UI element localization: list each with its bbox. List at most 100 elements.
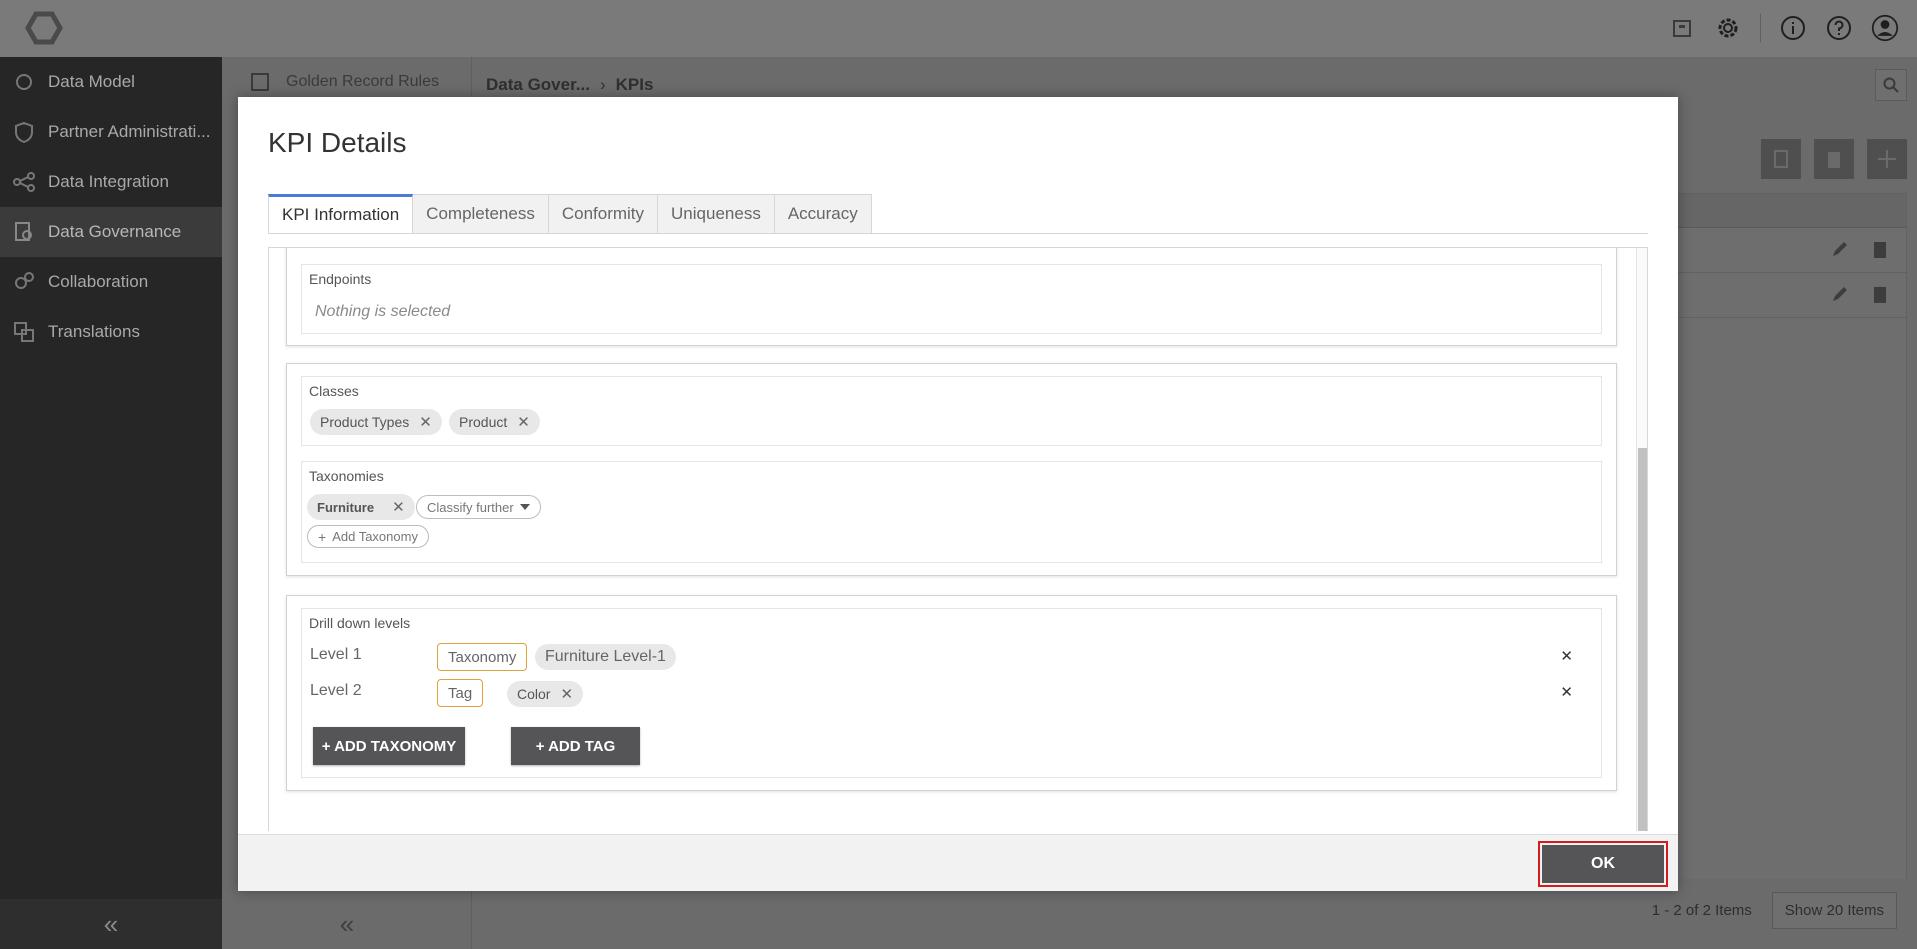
translations-icon bbox=[12, 320, 36, 344]
tabs-divider bbox=[268, 233, 1648, 234]
class-chip: Product ✕ bbox=[449, 409, 540, 435]
level-2-value-chip: Color ✕ bbox=[507, 681, 584, 707]
level-1-type-label: Taxonomy bbox=[448, 648, 517, 666]
drill-down-label: Drill down levels bbox=[309, 615, 411, 631]
level-2-type-tag: Tag bbox=[437, 679, 484, 707]
subnav-collapse-button[interactable]: « bbox=[222, 899, 472, 949]
breadcrumb: Data Gover... › KPIs bbox=[486, 75, 653, 95]
sidebar-item-partner-administration[interactable]: Partner Administrati... bbox=[0, 107, 222, 157]
tab-uniqueness[interactable]: Uniqueness bbox=[658, 194, 775, 234]
class-chip-label: Product Types bbox=[320, 414, 410, 430]
ok-button[interactable]: OK bbox=[1542, 845, 1664, 883]
plus-icon: + bbox=[318, 528, 327, 545]
double-chevron-left-icon: « bbox=[103, 908, 119, 939]
remove-level-1-icon[interactable]: ✕ bbox=[1560, 647, 1573, 665]
chevron-down-icon bbox=[519, 504, 530, 510]
user-avatar-icon[interactable] bbox=[1871, 14, 1899, 42]
classes-field[interactable]: Classes Product Types ✕ Product ✕ bbox=[301, 376, 1602, 446]
sidebar-item-label: Translations bbox=[48, 322, 140, 341]
subnav-item-label: Golden Record Rules bbox=[286, 73, 439, 90]
classify-further-dropdown[interactable]: Classify further bbox=[416, 495, 541, 519]
add-taxonomy-label: Add Taxonomy bbox=[332, 529, 418, 544]
ok-highlight-frame: OK bbox=[1538, 841, 1668, 887]
tab-accuracy[interactable]: Accuracy bbox=[774, 194, 872, 234]
refresh-button[interactable] bbox=[1761, 139, 1801, 179]
settings-gear-icon[interactable] bbox=[1714, 14, 1742, 42]
sidebar-item-label: Partner Administrati... bbox=[48, 122, 211, 141]
level-2-type-label: Tag bbox=[448, 684, 473, 702]
endpoints-label: Endpoints bbox=[309, 271, 372, 287]
add-taxonomy-chip-button[interactable]: + Add Taxonomy bbox=[307, 525, 429, 548]
help-icon[interactable] bbox=[1825, 14, 1853, 42]
sidebar-item-data-integration[interactable]: Data Integration bbox=[0, 157, 222, 207]
endpoints-field[interactable]: Endpoints Nothing is selected bbox=[301, 264, 1602, 334]
classes-taxonomies-section: Classes Product Types ✕ Product ✕ Taxono… bbox=[286, 363, 1617, 576]
level-1-type-tag: Taxonomy bbox=[437, 643, 528, 671]
level-1-label: Level 1 bbox=[310, 646, 362, 663]
kpi-details-dialog: KPI Details KPI Information Completeness… bbox=[238, 97, 1678, 891]
trash-icon[interactable] bbox=[1872, 239, 1888, 259]
tab-kpi-information[interactable]: KPI Information bbox=[268, 194, 414, 234]
add-taxonomy-button[interactable]: + ADD TAXONOMY bbox=[313, 727, 465, 765]
double-chevron-left-icon: « bbox=[339, 908, 355, 939]
sidebar-item-data-model[interactable]: Data Model bbox=[0, 57, 222, 107]
remove-level-2-icon[interactable]: ✕ bbox=[1560, 683, 1573, 701]
search-button[interactable] bbox=[1875, 69, 1907, 101]
level-1-value: Furniture Level-1 bbox=[545, 648, 666, 665]
classify-further-label: Classify further bbox=[427, 499, 514, 515]
data-model-icon bbox=[12, 70, 36, 94]
level-2-label: Level 2 bbox=[310, 682, 362, 699]
main-sidebar: Data Model Partner Administrati... Data … bbox=[0, 57, 222, 949]
classes-label: Classes bbox=[309, 383, 359, 399]
governance-icon bbox=[12, 220, 36, 244]
integration-icon bbox=[12, 170, 36, 194]
edit-pencil-icon[interactable] bbox=[1830, 239, 1850, 259]
tab-conformity[interactable]: Conformity bbox=[548, 194, 659, 234]
class-chip: Product Types ✕ bbox=[310, 409, 442, 435]
sidebar-collapse-button[interactable]: « bbox=[0, 899, 222, 949]
add-tag-button[interactable]: + ADD TAG bbox=[511, 727, 640, 765]
level-1-value-chip: Furniture Level-1 bbox=[535, 644, 676, 670]
breadcrumb-separator: › bbox=[599, 75, 606, 94]
archive-icon[interactable] bbox=[1668, 14, 1696, 42]
sidebar-item-collaboration[interactable]: Collaboration bbox=[0, 257, 222, 307]
taxonomy-chip: Furniture ✕ bbox=[307, 494, 415, 520]
delete-button[interactable] bbox=[1814, 139, 1854, 179]
sidebar-item-translations[interactable]: Translations bbox=[0, 307, 222, 357]
remove-chip-icon[interactable]: ✕ bbox=[392, 498, 405, 516]
remove-chip-icon[interactable]: ✕ bbox=[560, 685, 573, 703]
collaboration-icon bbox=[12, 270, 36, 294]
trash-icon bbox=[1828, 152, 1840, 168]
show-items-button[interactable]: Show 20 Items bbox=[1771, 891, 1897, 929]
dialog-title: KPI Details bbox=[268, 127, 407, 158]
edit-pencil-icon[interactable] bbox=[1830, 284, 1850, 304]
app-logo-icon[interactable] bbox=[22, 8, 68, 48]
pager-text: 1 - 2 of 2 Items bbox=[1651, 901, 1752, 919]
dialog-footer: OK bbox=[238, 834, 1678, 891]
endpoints-section: Endpoints Nothing is selected bbox=[286, 248, 1617, 346]
breadcrumb-parent[interactable]: Data Gover... bbox=[486, 75, 590, 95]
sidebar-item-label: Data Integration bbox=[48, 172, 169, 191]
scrollbar-thumb[interactable] bbox=[1638, 448, 1647, 831]
remove-chip-icon[interactable]: ✕ bbox=[517, 413, 530, 431]
trash-icon[interactable] bbox=[1872, 284, 1888, 304]
add-button[interactable] bbox=[1867, 139, 1907, 179]
kpi-information-panel: Endpoints Nothing is selected Classes Pr… bbox=[268, 247, 1648, 831]
sidebar-item-label: Collaboration bbox=[48, 272, 149, 291]
level-2-value: Color bbox=[517, 686, 551, 702]
sidebar-item-data-governance[interactable]: Data Governance bbox=[0, 207, 222, 257]
remove-chip-icon[interactable]: ✕ bbox=[419, 413, 432, 431]
search-icon bbox=[1883, 77, 1899, 93]
drill-down-field: Drill down levels Level 1 Taxonomy Furni… bbox=[301, 608, 1602, 778]
top-bar bbox=[0, 0, 1917, 57]
tab-completeness[interactable]: Completeness bbox=[413, 194, 549, 234]
breadcrumb-current: KPIs bbox=[615, 75, 654, 94]
sidebar-item-label: Data Governance bbox=[48, 222, 182, 241]
partner-shield-icon bbox=[12, 120, 36, 144]
endpoints-placeholder: Nothing is selected bbox=[315, 303, 451, 320]
refresh-icon bbox=[1774, 150, 1788, 168]
sidebar-item-label: Data Model bbox=[48, 72, 135, 91]
drill-down-section: Drill down levels Level 1 Taxonomy Furni… bbox=[286, 595, 1617, 791]
info-icon[interactable] bbox=[1779, 14, 1807, 42]
panel-scrollbar[interactable] bbox=[1636, 248, 1647, 831]
